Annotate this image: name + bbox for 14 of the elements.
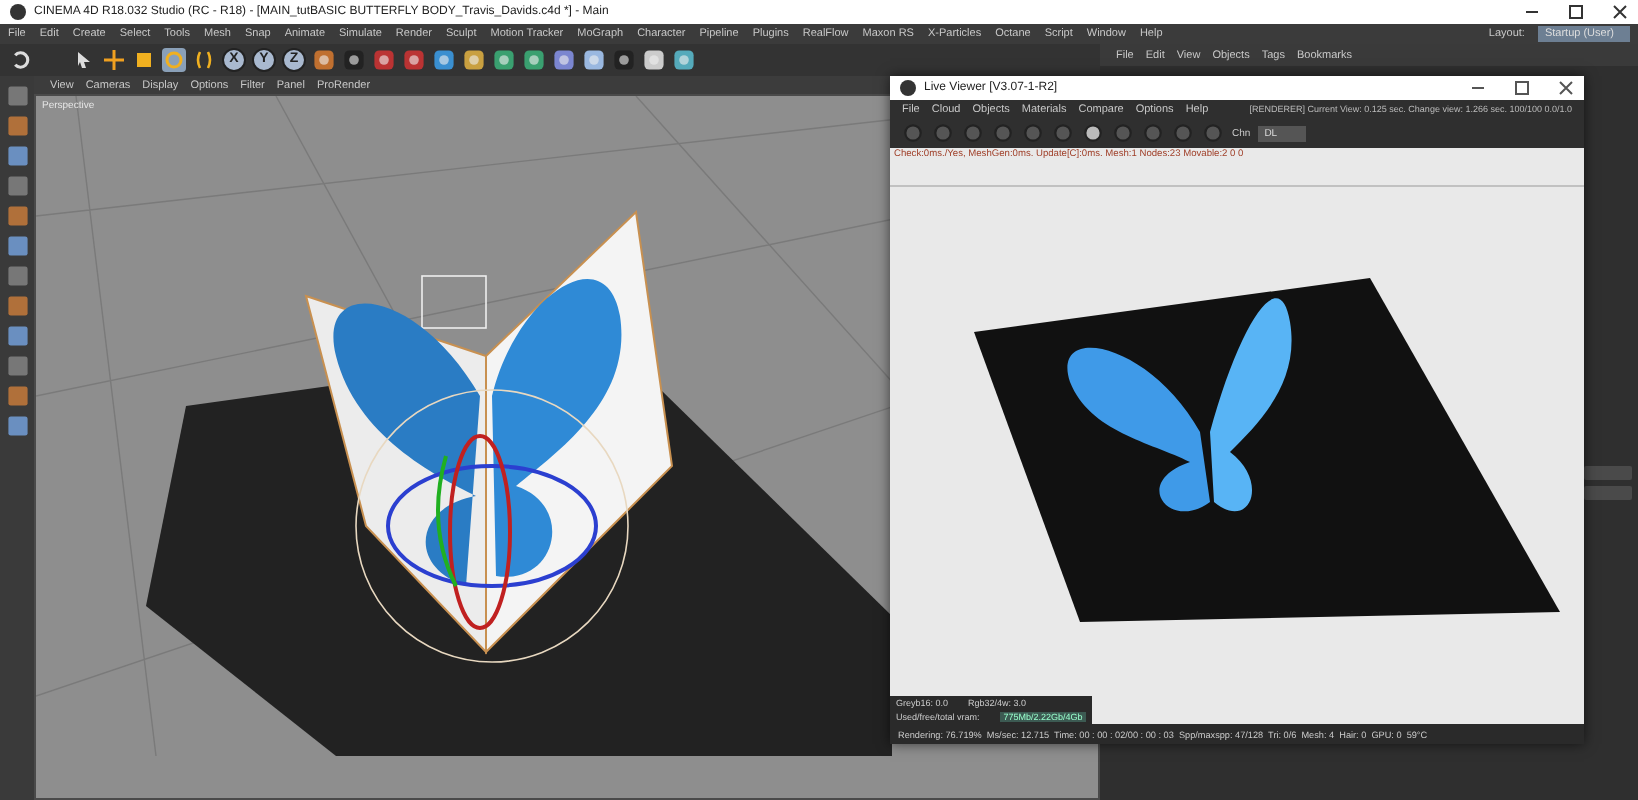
scale-icon[interactable] — [134, 50, 154, 70]
move-icon[interactable] — [104, 50, 124, 70]
cursor-icon[interactable] — [74, 50, 94, 70]
app-logo-icon[interactable] — [898, 78, 918, 98]
maximize-icon[interactable] — [1566, 2, 1586, 22]
close-icon[interactable] — [1610, 2, 1630, 22]
input-field[interactable] — [1584, 466, 1632, 480]
brackets-icon[interactable] — [194, 50, 214, 70]
light-object-icon — [421, 275, 487, 329]
close-icon[interactable] — [1556, 78, 1576, 98]
app-logo-icon[interactable] — [8, 2, 28, 22]
undo-icon[interactable] — [8, 48, 32, 72]
maximize-icon[interactable] — [1512, 78, 1532, 98]
input-field[interactable] — [1584, 486, 1632, 500]
